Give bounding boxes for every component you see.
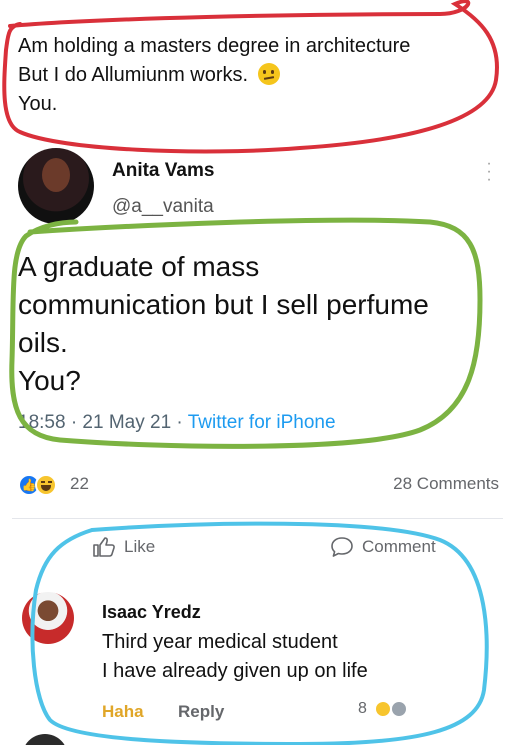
previous-post-line: You.	[18, 93, 58, 115]
comment-button[interactable]: Comment	[330, 536, 436, 558]
tweet-line: oils.	[18, 327, 68, 358]
comment-text: Third year medical student I have alread…	[102, 628, 368, 686]
more-options-icon[interactable]: · · ·	[486, 156, 492, 188]
confused-emoji-icon	[258, 63, 281, 85]
thumbs-up-icon	[93, 537, 115, 557]
like-label: Like	[124, 537, 156, 556]
tweet-meta: 18:58 · 21 May 21 · Twitter for iPhone	[18, 412, 336, 434]
comment-icon	[331, 537, 353, 557]
previous-post-line: But I do Allumiunm works.	[18, 61, 410, 90]
tweet-author-name[interactable]: Anita Vams	[112, 160, 214, 182]
previous-post-line: Am holding a masters degree in architect…	[18, 35, 411, 57]
tweet-text: A graduate of mass communication but I s…	[18, 248, 498, 400]
comments-count[interactable]: 28 Comments	[393, 474, 499, 494]
avatar[interactable]	[18, 148, 94, 224]
comment-haha-button[interactable]: Haha	[102, 702, 144, 722]
divider	[12, 518, 503, 519]
tweet-line: A graduate of mass	[18, 251, 260, 282]
tweet-source-link[interactable]: Twitter for iPhone	[188, 412, 336, 433]
wow-icon	[390, 700, 408, 718]
comment-reply-button[interactable]: Reply	[178, 702, 224, 722]
previous-post-text: Am holding a masters degree in architect…	[18, 32, 410, 119]
tweet-timestamp: 18:58 · 21 May 21 ·	[18, 412, 188, 433]
reaction-icons[interactable]: 👍	[18, 472, 66, 496]
haha-icon	[35, 474, 57, 496]
avatar[interactable]	[22, 734, 68, 745]
comment-label: Comment	[362, 537, 436, 556]
comment-reaction-count[interactable]: 8	[358, 700, 367, 718]
tweet-line: You?	[18, 365, 81, 396]
comment-line: I have already given up on life	[102, 660, 368, 682]
comment-author-name[interactable]: Isaac Yredz	[102, 602, 201, 623]
tweet-line: communication but I sell perfume	[18, 289, 429, 320]
comment-line: Third year medical student	[102, 631, 338, 653]
like-button[interactable]: Like	[92, 536, 155, 558]
reaction-count[interactable]: 22	[70, 474, 89, 494]
tweet-author-handle[interactable]: @a__vanita	[112, 196, 214, 218]
avatar[interactable]	[22, 592, 74, 644]
